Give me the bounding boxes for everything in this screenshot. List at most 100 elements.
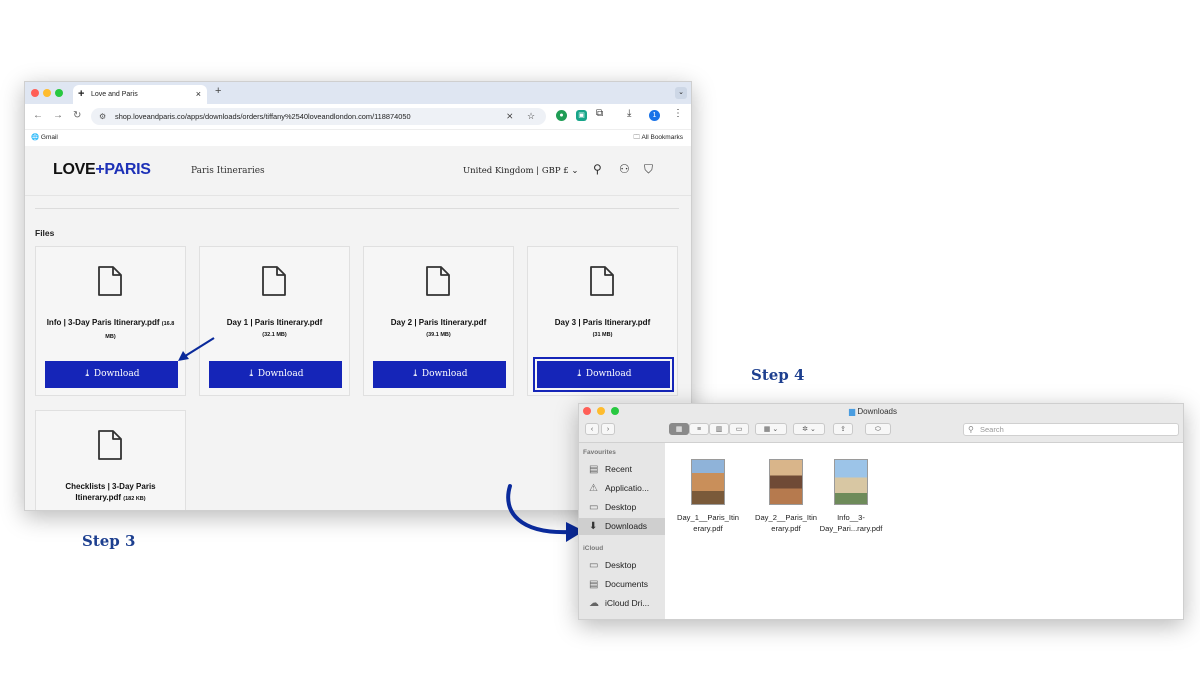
download-button-label: Download xyxy=(421,369,468,379)
bookmark-gmail[interactable]: 🌐 Gmail xyxy=(31,130,58,146)
download-button[interactable]: ⤓ Download xyxy=(209,361,342,388)
all-bookmarks-button[interactable]: 🗀 All Bookmarks xyxy=(634,130,684,146)
file-label-line1: Day_1__Paris_Itin xyxy=(676,513,740,522)
file-card: Info | 3-Day Paris Itinerary.pdf (16.8 M… xyxy=(35,246,186,396)
nav-paris-itineraries[interactable]: Paris Itineraries xyxy=(191,166,265,176)
file-size: (182 KB) xyxy=(123,496,146,502)
sidebar-item-recent[interactable]: ▤ Recent xyxy=(579,461,665,478)
finder-file-area: Day_1__Paris_Itin erary.pdf Day_2__Paris_… xyxy=(666,443,1183,619)
search-icon[interactable]: ⚲ xyxy=(593,162,602,176)
tab-close-icon[interactable]: × xyxy=(196,85,201,104)
file-name: Day 3 | Paris Itinerary.pdf (31 MB) xyxy=(534,317,671,341)
tab-search-chevron-icon[interactable]: ⌄ xyxy=(675,87,687,99)
file-label-line1: Info__3- xyxy=(837,513,865,522)
file-name: Info | 3-Day Paris Itinerary.pdf (16.8 M… xyxy=(42,317,179,343)
search-icon: ⚲ xyxy=(968,425,974,434)
downloads-icon[interactable]: ⤓ xyxy=(627,108,631,119)
zoom-window-button[interactable] xyxy=(55,89,63,97)
finder-forward-button[interactable]: › xyxy=(601,423,615,435)
region-label: United Kingdom | GBP £ xyxy=(463,166,569,176)
site-info-icon[interactable]: ⚙ xyxy=(99,108,106,125)
clock-icon: ▤ xyxy=(589,464,599,475)
extensions-puzzle-icon[interactable]: ⧉ xyxy=(596,108,603,119)
finder-file-label: Info__3- Day_Pari...rary.pdf xyxy=(813,512,889,534)
cart-bag-icon[interactable]: ⛉ xyxy=(644,162,653,177)
bookmark-star-icon[interactable]: ☆ xyxy=(527,108,535,125)
close-window-button[interactable] xyxy=(31,89,39,97)
desktop-icon: ▭ xyxy=(589,502,599,513)
group-button[interactable]: ▦ ⌄ xyxy=(755,423,787,435)
image-extension-icon[interactable]: ▣ xyxy=(576,110,587,121)
applications-icon: ⚠ xyxy=(589,483,598,494)
finder-file-label: Day_1__Paris_Itin erary.pdf xyxy=(670,512,746,534)
action-gear-button[interactable]: ✲ ⌄ xyxy=(793,423,825,435)
icloud-heading: iCloud xyxy=(583,545,604,552)
file-name-text: Day 2 | Paris Itinerary.pdf xyxy=(390,318,487,327)
finder-minimize-button[interactable] xyxy=(597,407,605,415)
sidebar-item-applications[interactable]: ⚠ Applicatio... xyxy=(579,480,665,497)
bookmarks-bar: 🌐 Gmail 🗀 All Bookmarks xyxy=(25,130,691,147)
sidebar-item-downloads[interactable]: ⬇ Downloads xyxy=(579,518,665,535)
file-size: (31 MB) xyxy=(592,332,613,338)
finder-file-item[interactable]: Info__3- Day_Pari...rary.pdf xyxy=(813,459,889,534)
forward-arrow-icon[interactable]: → xyxy=(53,110,63,121)
new-tab-button[interactable]: + xyxy=(215,85,221,97)
file-icon xyxy=(426,266,450,296)
favourites-heading: Favourites xyxy=(583,449,616,456)
reload-icon[interactable]: ↻ xyxy=(73,110,81,121)
download-button[interactable]: ⤓ Download xyxy=(373,361,506,388)
file-size: (39.1 MB) xyxy=(426,332,451,338)
finder-zoom-button[interactable] xyxy=(611,407,619,415)
file-card: Day 3 | Paris Itinerary.pdf (31 MB) ⤓ Dow… xyxy=(527,246,678,396)
file-name: Checklists | 3-Day Paris Itinerary.pdf (… xyxy=(42,481,179,505)
tab-title: Love and Paris xyxy=(91,91,138,98)
gallery-view-button[interactable]: ▭ xyxy=(729,423,749,435)
region-selector[interactable]: United Kingdom | GBP £ ⌄ xyxy=(463,166,579,176)
share-icon[interactable]: ⇪ xyxy=(833,423,853,435)
pointer-arrow-icon xyxy=(178,337,215,361)
site-logo[interactable]: LOVE+PARIS xyxy=(53,161,151,179)
download-circle-icon: ⬇ xyxy=(589,521,598,532)
step-3-caption: Step 3 xyxy=(82,532,136,550)
account-icon[interactable]: ⚇ xyxy=(619,162,630,176)
sidebar-item-desktop[interactable]: ▭ Desktop xyxy=(579,499,665,516)
curved-arrow-icon xyxy=(506,484,584,542)
sidebar-item-icloud-drive[interactable]: ☁ iCloud Dri... xyxy=(579,595,665,612)
tab-love-and-paris[interactable]: + Love and Paris × xyxy=(73,85,207,104)
download-button-label: Download xyxy=(257,369,304,379)
finder-search-input[interactable]: ⚲ Search xyxy=(963,423,1179,436)
finder-close-button[interactable] xyxy=(583,407,591,415)
icon-view-button[interactable]: ▦ xyxy=(669,423,689,435)
sidebar-item-label: Recent xyxy=(605,464,632,474)
finder-back-button[interactable]: ‹ xyxy=(585,423,599,435)
list-view-button[interactable]: ≡ xyxy=(689,423,709,435)
file-name-text: Day 3 | Paris Itinerary.pdf xyxy=(554,318,651,327)
file-label-line1: Day_2__Paris_Itin xyxy=(754,513,818,522)
url-bar[interactable]: ⚙ shop.loveandparis.co/apps/downloads/or… xyxy=(91,108,546,125)
finder-window: ▆ Downloads ‹ › ▦ ≡ ▥ ▭ ▦ ⌄ ✲ ⌄ ⇪ ⬭ ⚲ Sea… xyxy=(578,403,1184,620)
pdf-thumbnail-icon xyxy=(834,459,868,505)
sidebar-item-label: Applicatio... xyxy=(605,483,649,493)
translate-off-icon[interactable]: ⨯ xyxy=(506,108,514,125)
all-bookmarks-label: All Bookmarks xyxy=(641,134,683,141)
finder-file-item[interactable]: Day_1__Paris_Itin erary.pdf xyxy=(670,459,746,534)
column-view-button[interactable]: ▥ xyxy=(709,423,729,435)
whatsapp-extension-icon[interactable]: ● xyxy=(556,110,567,121)
file-label-line2: erary.pdf xyxy=(693,524,723,533)
download-button[interactable]: ⤓ Download xyxy=(533,357,674,392)
sidebar-item-icloud-desktop[interactable]: ▭ Desktop xyxy=(579,557,665,574)
finder-title-text: Downloads xyxy=(857,407,897,416)
minimize-window-button[interactable] xyxy=(43,89,51,97)
pdf-thumbnail-icon xyxy=(691,459,725,505)
download-button[interactable]: ⤓ Download xyxy=(45,361,178,388)
finder-title: ▆ Downloads xyxy=(849,407,897,416)
sidebar-item-label: Desktop xyxy=(605,560,637,570)
step-4-caption: Step 4 xyxy=(751,366,805,384)
tag-icon[interactable]: ⬭ xyxy=(865,423,891,435)
file-icon xyxy=(590,266,614,296)
browser-menu-icon[interactable]: ⋮ xyxy=(673,108,683,119)
profile-avatar[interactable]: 1 xyxy=(649,110,660,121)
file-name: Day 1 | Paris Itinerary.pdf (32.1 MB) xyxy=(206,317,343,341)
back-arrow-icon[interactable]: ← xyxy=(33,110,43,121)
sidebar-item-documents[interactable]: ▤ Documents xyxy=(579,576,665,593)
